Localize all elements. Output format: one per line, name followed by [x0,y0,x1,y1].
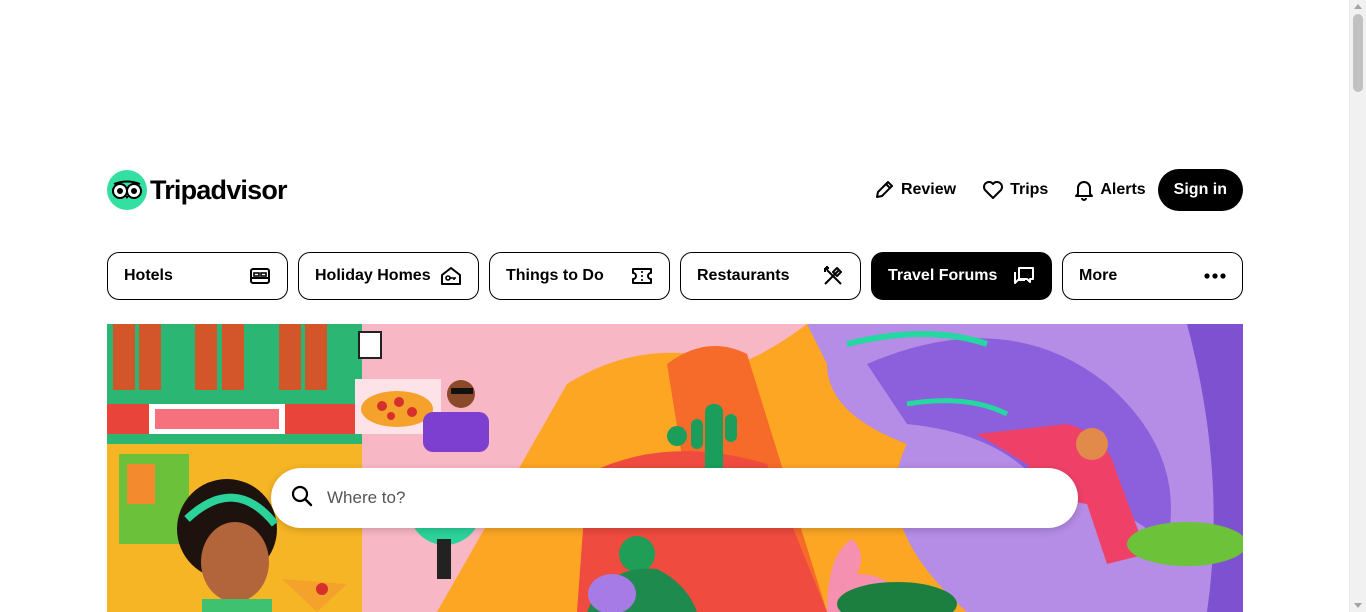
scroll-thumb[interactable] [1353,14,1363,92]
tab-label: Things to Do [506,267,604,284]
sign-in-button[interactable]: Sign in [1157,169,1243,211]
review-link[interactable]: Review [873,179,956,201]
search-bar[interactable] [271,468,1078,528]
more-dots-icon [1204,273,1226,279]
tab-holiday-homes[interactable]: Holiday Homes [298,252,479,300]
chat-bubbles-icon [1013,266,1035,286]
tab-label: Hotels [124,267,173,284]
category-nav: Hotels Holiday Homes Things to Do Restau… [107,252,1243,300]
tripadvisor-logo[interactable]: Tripadvisor [107,170,288,210]
house-key-icon [440,266,462,286]
search-icon [291,485,313,512]
tab-restaurants[interactable]: Restaurants [680,252,861,300]
tab-travel-forums[interactable]: Travel Forums [871,252,1052,300]
ticket-icon [631,267,653,285]
trips-link[interactable]: Trips [982,180,1048,200]
header-actions: Review Trips Alerts Sign in [873,169,1243,211]
scroll-down-icon[interactable] [1354,603,1362,608]
tab-label: More [1079,267,1118,284]
brand-name: Tripadvisor [150,174,288,205]
tab-things-to-do[interactable]: Things to Do [489,252,670,300]
bell-icon [1074,179,1094,201]
tab-more[interactable]: More [1062,252,1243,300]
tab-label: Restaurants [697,267,790,284]
alerts-label: Alerts [1100,181,1146,198]
scroll-up-icon[interactable] [1354,4,1362,9]
tab-label: Travel Forums [888,267,998,284]
page-scrollbar[interactable] [1349,0,1366,612]
pencil-icon [873,179,895,201]
tab-label: Holiday Homes [315,267,431,284]
search-input[interactable] [325,487,1029,509]
fork-knife-icon [822,265,844,287]
trips-label: Trips [1010,181,1049,198]
tab-hotels[interactable]: Hotels [107,252,288,300]
bed-icon [249,267,271,285]
heart-icon [982,180,1004,200]
hero-banner [107,324,1243,612]
owl-eyes-icon [107,170,147,210]
review-label: Review [900,181,957,198]
alerts-link[interactable]: Alerts [1074,179,1146,201]
